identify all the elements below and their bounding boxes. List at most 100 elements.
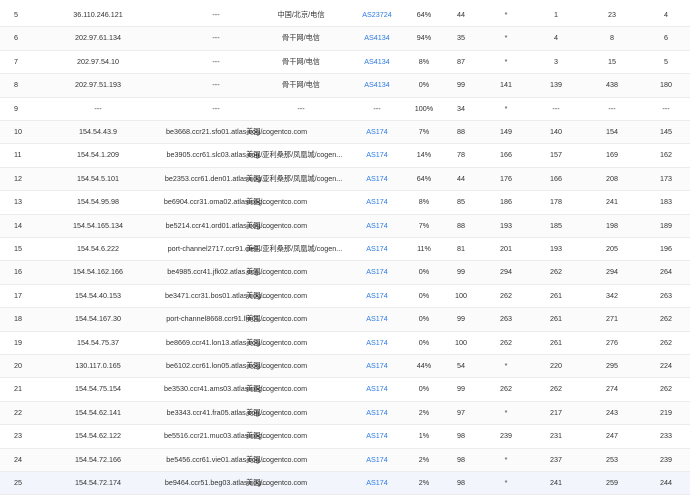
asn-link[interactable]: AS174 [352,332,402,354]
table-row[interactable]: 11 154.54.1.209 be3905.ccr61.slc03.atlas.c… [0,144,690,168]
hop-number: 10 [14,127,22,136]
hop-number: 13 [14,197,22,207]
table-row[interactable]: 8 202.97.51.193 --- 骨干网/电信 AS4134 0% 99 141 139 4… [0,74,690,98]
avg-latency: 237 [550,454,562,464]
sent-count: 81 [457,244,465,253]
worst-latency: 196 [660,244,672,253]
asn-link[interactable]: AS174 [352,168,402,190]
asn-link[interactable]: AS174 [352,238,402,260]
table-row[interactable]: 9 --- --- --- --- 100% 34 * --- --- --- [0,98,690,121]
table-row[interactable]: 23 154.54.62.122 be5516.ccr21.muc03.atlas.… [0,425,690,449]
table-row[interactable]: 13 154.54.95.98 be6904.ccr31.oma02.atlas.c… [0,191,690,215]
worst-latency: 189 [660,220,672,230]
table-row[interactable]: 10 154.54.43.9 be3668.ccr21.sfo01.atlas.co… [0,121,690,145]
loss-rate: 44% [416,361,432,370]
ip-address: 154.54.43.9 [79,127,117,136]
loss-rate: 7% [418,127,430,136]
asn-link[interactable]: AS174 [352,425,402,447]
hop-number: 9 [14,103,18,113]
ip-address: 154.54.167.30 [75,314,121,324]
last-latency: 149 [500,127,512,136]
asn-link: --- [373,103,381,113]
table-row[interactable]: 5 36.110.246.121 --- 中国/北京/电信 AS23724 64% 44 * 1… [0,4,690,28]
asn-link[interactable]: AS174 [352,449,402,471]
hop-number: 16 [14,267,22,277]
loss-rate: 94% [416,33,432,43]
table-row[interactable]: 7 202.97.54.10 --- 骨干网/电信 AS4134 8% 87 * 3 15 5 [0,51,690,75]
ip-address: 154.54.75.37 [77,337,119,347]
asn-link[interactable]: AS4134 [352,74,402,96]
sent-count: 44 [457,173,465,183]
best-latency: 438 [606,80,618,90]
avg-latency: 261 [550,314,562,324]
hop-number: 23 [14,431,22,441]
asn-link[interactable]: AS174 [352,121,402,143]
geo-location: --- [297,103,305,113]
last-latency: * [504,10,508,19]
best-latency: 342 [606,290,618,300]
asn-link[interactable]: AS174 [352,355,402,377]
asn-link[interactable]: AS23724 [352,4,402,26]
sent-count: 99 [457,314,465,324]
geo-location: 美国/cogentco.com [246,220,308,230]
best-latency: 241 [606,197,618,207]
asn-link[interactable]: AS4134 [352,27,402,49]
geo-location: 美国/cogentco.com [246,361,308,370]
asn-link[interactable]: AS174 [352,191,402,213]
avg-latency: 231 [550,431,562,441]
loss-rate: 2% [418,478,430,487]
hop-number: 19 [14,337,22,347]
ip-address: 154.54.95.98 [77,197,119,207]
table-row[interactable]: 22 154.54.62.141 be3343.ccr41.fra05.atlas.… [0,401,690,426]
last-latency: * [504,407,508,417]
table-row[interactable]: 19 154.54.75.37 be8669.ccr41.lon13.atlas.c… [0,332,690,355]
sent-count: 99 [457,267,465,277]
avg-latency: 193 [550,244,562,253]
asn-link[interactable]: AS174 [352,402,402,424]
worst-latency: 233 [660,431,672,441]
best-latency: 243 [606,407,618,417]
table-row[interactable]: 12 154.54.5.101 be2353.ccr61.den01.atlas.c… [0,167,690,192]
table-row[interactable]: 6 202.97.61.134 --- 骨干网/电信 AS4134 94% 35 * 4 8 6 [0,27,690,51]
table-row[interactable]: 21 154.54.75.154 be3530.ccr41.ams03.atlas.… [0,378,690,402]
ip-address: 154.54.72.166 [75,454,121,464]
table-row[interactable]: 15 154.54.6.222 port-channel2717.ccr91.cle… [0,238,690,262]
last-latency: 262 [500,290,512,300]
asn-link[interactable]: AS174 [352,215,402,237]
table-row[interactable]: 24 154.54.72.166 be5456.ccr61.vie01.atlas.… [0,448,690,472]
worst-latency: 180 [660,80,672,90]
avg-latency: 261 [550,290,562,300]
geo-location: 骨干网/电信 [282,56,320,66]
avg-latency: 166 [550,173,562,183]
ip-address: 154.54.162.166 [73,267,123,277]
table-row[interactable]: 16 154.54.162.166 be4985.ccr41.jfk02.atlas… [0,261,690,285]
ip-address: 154.54.1.209 [77,150,119,160]
hop-number: 15 [14,244,22,253]
last-latency: 294 [500,267,512,277]
ip-address: 36.110.246.121 [73,10,123,19]
asn-link[interactable]: AS174 [352,378,402,400]
hop-number: 12 [14,173,22,183]
avg-latency: 3 [554,56,558,66]
sent-count: 100 [455,337,467,347]
asn-link[interactable]: AS4134 [352,51,402,73]
asn-link[interactable]: AS174 [352,308,402,330]
worst-latency: 5 [664,56,668,66]
hop-number: 18 [14,314,22,324]
asn-link[interactable]: AS174 [352,261,402,283]
avg-latency: 220 [550,361,562,370]
asn-link[interactable]: AS174 [352,285,402,307]
table-row[interactable]: 18 154.54.167.30 port-channel8668.ccr91.lh… [0,308,690,332]
best-latency: 247 [606,431,618,441]
last-latency: 239 [500,431,512,441]
table-row[interactable]: 14 154.54.165.134 be5214.ccr41.ord01.atlas… [0,214,690,238]
table-row[interactable]: 25 154.54.72.174 be9464.ccr51.beg03.atlas.… [0,472,690,496]
hop-number: 8 [14,80,18,90]
sent-count: 88 [457,127,465,136]
geo-location: 美国/cogentco.com [246,384,308,394]
table-row[interactable]: 20 130.117.0.165 be6102.ccr61.lon05.atlas.… [0,355,690,379]
table-row[interactable]: 17 154.54.40.153 be3471.ccr31.bos01.atlas.… [0,285,690,309]
worst-latency: 263 [660,290,672,300]
asn-link[interactable]: AS174 [352,472,402,494]
asn-link[interactable]: AS174 [352,144,402,166]
